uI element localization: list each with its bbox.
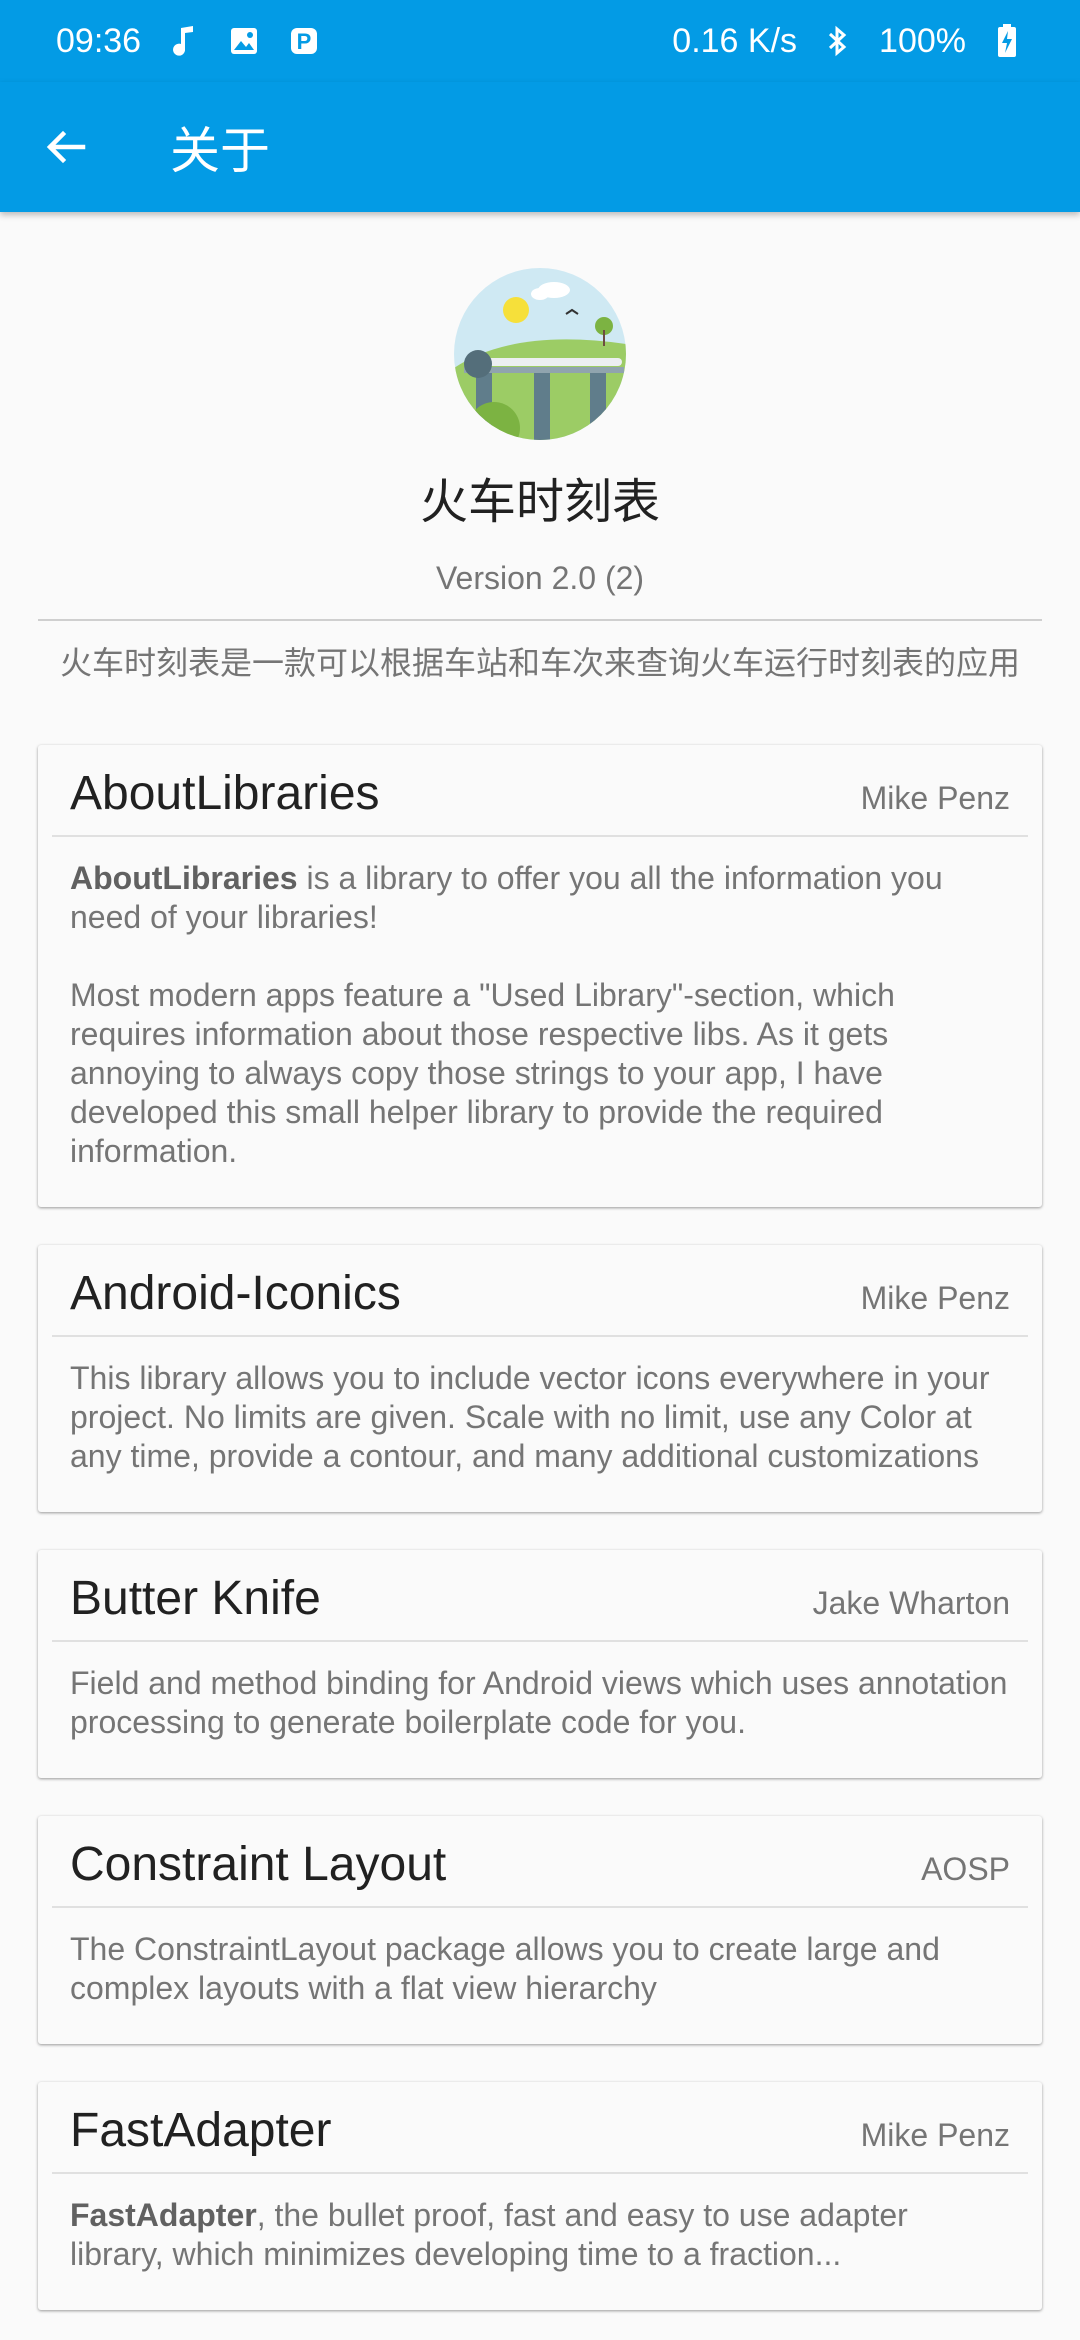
back-button[interactable] [0,82,130,212]
library-card[interactable]: AboutLibraries Mike Penz AboutLibraries … [38,745,1042,1207]
library-description-bold: AboutLibraries [70,860,298,896]
library-author[interactable]: Mike Penz [861,780,1010,821]
app-bar: 关于 [0,82,1080,212]
library-description: AboutLibraries is a library to offer you… [70,859,1010,1171]
app-header: 火车时刻表 Version 2.0 (2) [0,268,1080,597]
card-divider [52,1906,1028,1908]
library-name: Constraint Layout [70,1838,447,1891]
about-content[interactable]: 火车时刻表 Version 2.0 (2) 火车时刻表是一款可以根据车站和车次来… [0,212,1080,2340]
status-time: 09:36 [56,21,142,60]
bluetooth-icon [821,24,855,58]
parking-icon: P [287,24,321,58]
library-name: FastAdapter [70,2104,332,2157]
library-author[interactable]: Mike Penz [861,1280,1010,1321]
app-icon [454,268,626,440]
header-divider [38,619,1042,621]
card-divider [52,835,1028,837]
page-title: 关于 [170,123,270,179]
library-description: The ConstraintLayout package allows you … [70,1931,940,2006]
arrow-back-icon [46,130,86,164]
app-version: Version 2.0 (2) [435,560,645,596]
library-card[interactable]: Constraint Layout AOSP The ConstraintLay… [38,1816,1042,2044]
battery-charging-icon [990,24,1024,58]
battery-level: 100% [879,21,966,60]
library-name: Butter Knife [70,1572,321,1625]
status-bar: 09:36 P 0.16 K/s 100% [0,0,1080,82]
library-description: Field and method binding for Android vie… [70,1665,1008,1740]
network-speed: 0.16 K/s [672,21,798,60]
library-card[interactable]: Butter Knife Jake Wharton Field and meth… [38,1550,1042,1778]
library-card[interactable]: FastAdapter Mike Penz FastAdapter, the b… [38,2082,1042,2310]
library-name: AboutLibraries [70,767,380,820]
library-description-bold: FastAdapter [70,2197,257,2233]
library-name: Android-Iconics [70,1267,401,1320]
library-description: FastAdapter, the bullet proof, fast and … [70,2196,1010,2274]
image-icon [227,24,261,58]
library-author[interactable]: Mike Penz [861,2117,1010,2158]
app-name: 火车时刻表 [419,476,660,529]
svg-text:P: P [297,29,312,54]
card-divider [52,2172,1028,2174]
app-description: 火车时刻表是一款可以根据车站和车次来查询火车运行时刻表的应用 [60,645,1021,681]
card-divider [52,1335,1028,1337]
library-card[interactable]: Android-Iconics Mike Penz This library a… [38,1245,1042,1512]
library-description-para2: Most modern apps feature a "Used Library… [70,977,895,1169]
card-divider [52,1640,1028,1642]
library-author[interactable]: AOSP [921,1851,1010,1892]
music-note-icon [167,24,201,58]
library-description: This library allows you to include vecto… [70,1360,990,1474]
library-author[interactable]: Jake Wharton [813,1585,1010,1626]
